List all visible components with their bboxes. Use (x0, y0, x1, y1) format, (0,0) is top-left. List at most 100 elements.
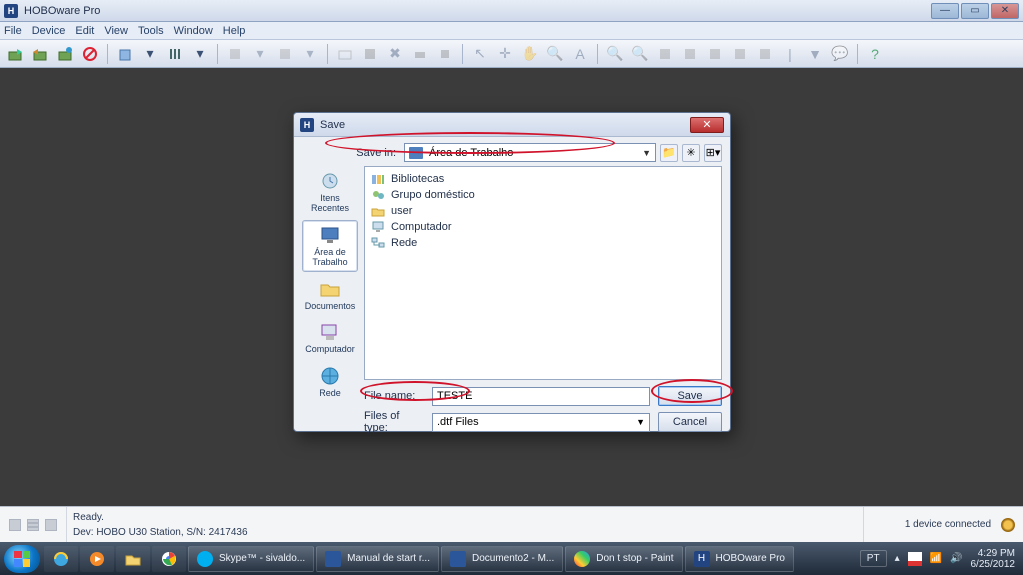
sidebar-item-desktop[interactable]: Área de Trabalho (302, 220, 358, 272)
desktop-icon (409, 147, 423, 159)
word-icon (450, 551, 466, 567)
new-folder-button[interactable]: ✳ (682, 144, 700, 162)
up-folder-button[interactable]: 📁 (660, 144, 678, 162)
pinned-chrome-icon[interactable] (152, 546, 186, 572)
computer-icon (317, 321, 343, 343)
desktop-monitor-icon (317, 224, 343, 246)
menu-edit[interactable]: Edit (75, 25, 94, 37)
toolbar-crosshair-icon: ✛ (494, 43, 516, 65)
toolbar-export-icon (434, 43, 456, 65)
sidebar-item-label: Rede (319, 389, 341, 399)
list-item[interactable]: Bibliotecas (371, 171, 715, 187)
network-small-icon (371, 236, 385, 250)
savein-label: Save in: (352, 147, 396, 159)
toolbar-dropdown-4: ▾ (299, 43, 321, 65)
list-item[interactable]: Computador (371, 219, 715, 235)
status-view-icon-3[interactable] (45, 519, 57, 531)
taskbar-item-word-1[interactable]: Manual de start r... (316, 546, 439, 572)
toolbar-settings-icon[interactable] (164, 43, 186, 65)
toolbar-launch-icon[interactable] (4, 43, 26, 65)
toolbar-hand-icon: ✋ (519, 43, 541, 65)
sidebar-item-documents[interactable]: Documentos (302, 274, 358, 316)
dialog-titlebar: H Save ✕ (294, 113, 730, 137)
network-globe-icon (317, 365, 343, 387)
toolbar-help-icon[interactable]: ? (864, 43, 886, 65)
taskbar-item-word-2[interactable]: Documento2 - M... (441, 546, 563, 572)
homegroup-icon (371, 188, 385, 202)
libraries-icon (371, 172, 385, 186)
tray-up-icon[interactable]: ▴ (895, 553, 900, 564)
list-item[interactable]: user (371, 203, 715, 219)
taskbar-item-skype[interactable]: Skype™ - sivaldo... (188, 546, 314, 572)
toolbar-line-icon: | (779, 43, 801, 65)
list-item[interactable]: Grupo doméstico (371, 187, 715, 203)
taskbar-item-hoboware[interactable]: H HOBOware Pro (685, 546, 794, 572)
save-dialog: H Save ✕ Save in: Área de Trabalho ▼ 📁 ✳… (293, 112, 731, 432)
menu-help[interactable]: Help (223, 25, 246, 37)
menu-bar: File Device Edit View Tools Window Help (0, 22, 1023, 40)
toolbar-funnel-icon: ▼ (804, 43, 826, 65)
status-bar: Ready. Dev: HOBO U30 Station, S/N: 24174… (0, 506, 1023, 542)
sidebar-item-computer[interactable]: Computador (302, 317, 358, 359)
toolbar-stop-icon[interactable] (79, 43, 101, 65)
hoboware-icon: H (694, 551, 710, 567)
sidebar-item-label: Itens Recentes (303, 194, 357, 214)
minimize-button[interactable]: — (931, 3, 959, 19)
close-button[interactable]: ✕ (991, 3, 1019, 19)
dialog-icon: H (300, 118, 314, 132)
app-titlebar: H HOBOware Pro — ▭ ✕ (0, 0, 1023, 22)
skype-icon (197, 551, 213, 567)
toolbar-chat-icon: 💬 (829, 43, 851, 65)
toolbar-status-icon[interactable] (54, 43, 76, 65)
system-tray: PT ▴ 📶 🔊 4:29 PM 6/25/2012 (860, 548, 1019, 570)
menu-tools[interactable]: Tools (138, 25, 164, 37)
start-button[interactable] (4, 545, 40, 573)
folder-icon (317, 278, 343, 300)
cancel-button[interactable]: Cancel (658, 412, 722, 432)
status-device: Dev: HOBO U30 Station, S/N: 2417436 (73, 527, 863, 538)
toolbar-readout-icon[interactable] (29, 43, 51, 65)
filename-input[interactable] (432, 387, 650, 406)
filetype-select[interactable]: .dtf Files ▼ (432, 413, 650, 432)
savein-combo[interactable]: Área de Trabalho ▼ (404, 143, 656, 162)
pinned-ie-icon[interactable] (44, 546, 78, 572)
dialog-title: Save (320, 119, 345, 131)
pinned-explorer-icon[interactable] (116, 546, 150, 572)
word-icon (325, 551, 341, 567)
user-folder-icon (371, 204, 385, 218)
list-item[interactable]: Rede (371, 235, 715, 251)
status-ready: Ready. (73, 512, 863, 523)
app-title: HOBOware Pro (24, 5, 100, 17)
sidebar-item-network[interactable]: Rede (302, 361, 358, 403)
status-connected: 1 device connected (905, 519, 991, 530)
dialog-close-button[interactable]: ✕ (690, 117, 724, 133)
status-view-icon-2[interactable] (27, 519, 39, 531)
toolbar-close-icon: ✖ (384, 43, 406, 65)
tray-network-icon[interactable]: 📶 (930, 553, 942, 564)
toolbar-device-icon[interactable] (114, 43, 136, 65)
menu-view[interactable]: View (104, 25, 128, 37)
windows-taskbar: Skype™ - sivaldo... Manual de start r...… (0, 542, 1023, 575)
maximize-button[interactable]: ▭ (961, 3, 989, 19)
filename-label: File name: (364, 390, 424, 402)
menu-device[interactable]: Device (32, 25, 66, 37)
tray-clock[interactable]: 4:29 PM 6/25/2012 (971, 548, 1016, 570)
view-menu-button[interactable]: ⊞▾ (704, 144, 722, 162)
taskbar-item-paint[interactable]: Don t stop - Paint (565, 546, 682, 572)
menu-file[interactable]: File (4, 25, 22, 37)
sidebar-item-label: Documentos (305, 302, 356, 312)
file-list[interactable]: Bibliotecas Grupo doméstico user Computa… (364, 166, 722, 380)
menu-window[interactable]: Window (174, 25, 213, 37)
save-button[interactable]: Save (658, 386, 722, 406)
status-view-icon-1[interactable] (9, 519, 21, 531)
tray-flag-icon[interactable] (908, 552, 922, 566)
tray-volume-icon[interactable]: 🔊 (950, 553, 962, 564)
pinned-wmp-icon[interactable] (80, 546, 114, 572)
toolbar-grid-2-icon (679, 43, 701, 65)
lang-indicator[interactable]: PT (860, 550, 887, 567)
toolbar-dropdown-2[interactable]: ▾ (189, 43, 211, 65)
chevron-down-icon: ▼ (636, 417, 645, 427)
toolbar-dropdown-1[interactable]: ▾ (139, 43, 161, 65)
recent-icon (317, 170, 343, 192)
sidebar-item-recent[interactable]: Itens Recentes (302, 166, 358, 218)
